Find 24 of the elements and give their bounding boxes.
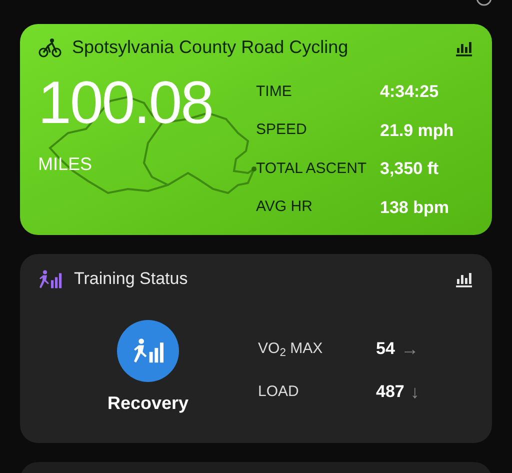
- metric-value: 487: [376, 381, 404, 404]
- stat-label: SPEED: [256, 120, 308, 140]
- metric-value: 54: [376, 338, 395, 360]
- training-card[interactable]: Training Status Recovery VO$_{2}$ MAX 54 → LOAD 487 ↓: [20, 254, 492, 443]
- stat-label: TIME: [256, 82, 293, 102]
- bicycle-icon: [38, 38, 62, 58]
- metric-label: VO$_{2}$ MAX: [258, 338, 324, 360]
- trend-arrow: →: [400, 338, 419, 360]
- metric-label: LOAD: [258, 382, 300, 402]
- stat-value: 138 bpm: [380, 196, 449, 218]
- training-title: Training Status: [74, 268, 189, 290]
- stat-value: 21.9 mph: [380, 120, 454, 142]
- stat-label: AVG HR: [256, 197, 314, 217]
- activity-card[interactable]: Spotsylvania County Road Cycling 100.08 MILES TIME 4:34:25 SPEED 21.9 mph TOTAL ASCENT 3,350 ft AVG HR 138 bpm: [20, 24, 492, 235]
- activity-title: Spotsylvania County Road Cycling: [72, 36, 350, 59]
- distance-value: 100.08: [38, 73, 214, 133]
- stat-label: TOTAL ASCENT: [256, 158, 368, 178]
- stat-value: 3,350 ft: [380, 158, 439, 180]
- runner-bars-icon: [132, 336, 164, 364]
- trend-arrow: ↓: [410, 380, 420, 404]
- distance-unit: MILES: [38, 153, 92, 176]
- status-label: Recovery: [107, 392, 189, 415]
- runner-bars-icon: [38, 268, 62, 289]
- stat-value: 4:34:25: [380, 81, 439, 103]
